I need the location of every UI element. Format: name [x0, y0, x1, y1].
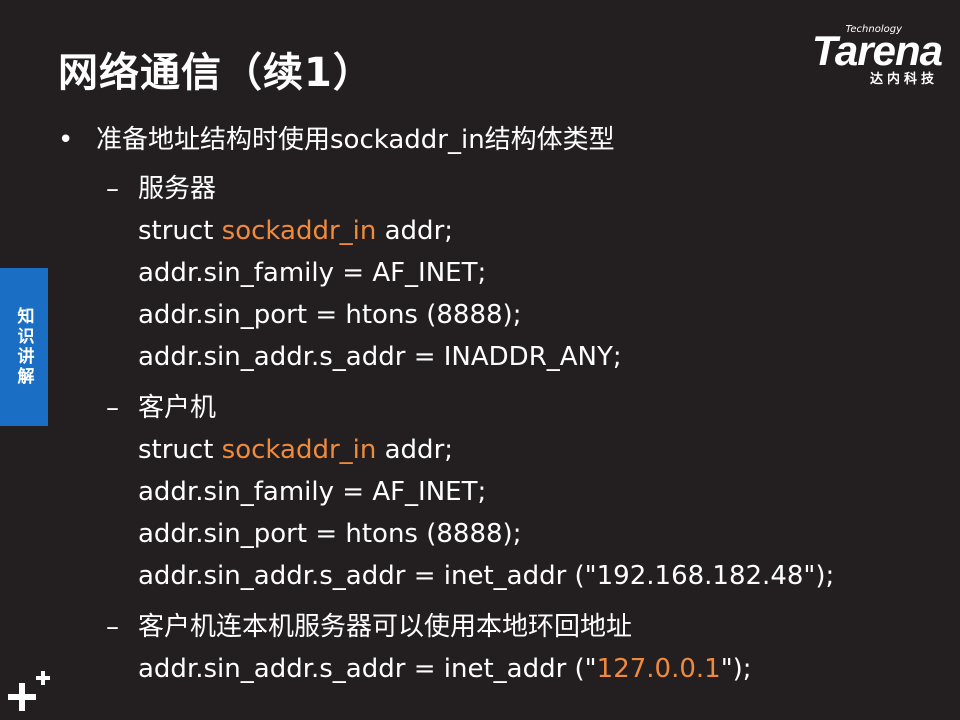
main-bullet: • 准备地址结构时使用sockaddr_in结构体类型	[58, 118, 615, 162]
main-bullet-text: 准备地址结构时使用sockaddr_in结构体类型	[96, 125, 615, 155]
client-block: – 客户机 struct sockaddr_in addr; addr.sin_f…	[106, 387, 834, 597]
client-code-line-3: addr.sin_port = htons (8888);	[138, 519, 522, 549]
plus-plus-icon	[8, 671, 50, 711]
server-block: – 服务器 struct sockaddr_in addr; addr.sin_f…	[106, 168, 622, 378]
client-code-line-4: addr.sin_addr.s_addr = inet_addr ("192.1…	[138, 561, 835, 591]
side-tab: 知识讲解	[0, 268, 48, 426]
page-title: 网络通信（续1）	[58, 50, 374, 96]
server-code-line-3: addr.sin_port = htons (8888);	[138, 300, 522, 330]
dash-icon: –	[106, 174, 119, 204]
client-code-line-2: addr.sin_family = AF_INET;	[138, 477, 487, 507]
server-code-line-1: struct sockaddr_in addr;	[138, 216, 454, 246]
logo-tagline: 达内科技	[869, 72, 938, 87]
logo-brand-text: Tarena	[811, 27, 943, 74]
dash-icon: –	[106, 612, 119, 642]
side-tab-label: 知识讲解	[13, 307, 34, 387]
server-heading: – 服务器	[106, 168, 622, 210]
bullet-dot-icon: •	[58, 125, 74, 155]
server-code-line-2: addr.sin_family = AF_INET;	[138, 258, 487, 288]
client-code-line-1: struct sockaddr_in addr;	[138, 435, 454, 465]
loopback-code-line: addr.sin_addr.s_addr = inet_addr ("127.0…	[138, 654, 752, 684]
server-code-line-4: addr.sin_addr.s_addr = INADDR_ANY;	[138, 342, 622, 372]
loopback-block: – 客户机连本机服务器可以使用本地环回地址 addr.sin_addr.s_add…	[106, 606, 752, 690]
loopback-heading: – 客户机连本机服务器可以使用本地环回地址	[106, 606, 752, 648]
dash-icon: –	[106, 393, 119, 423]
tarena-logo: Technology Tarena 达内科技	[772, 24, 943, 87]
client-heading: – 客户机	[106, 387, 834, 429]
